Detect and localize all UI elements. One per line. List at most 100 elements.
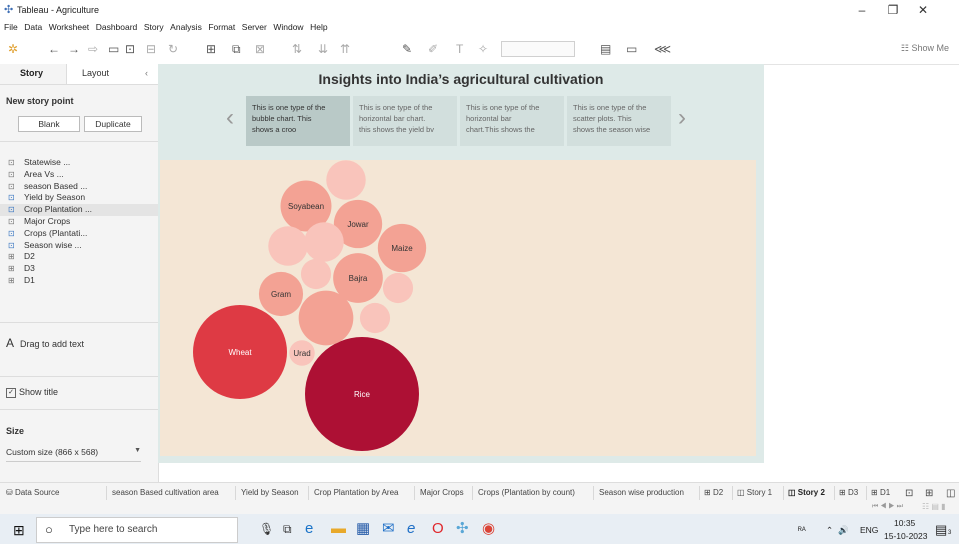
- swap-icon[interactable]: ⇅: [292, 41, 302, 57]
- windows-start-icon[interactable]: ⊞: [13, 522, 25, 539]
- story-point-4[interactable]: This is one type of the scatter plots. T…: [567, 96, 671, 146]
- fit-dropdown[interactable]: [501, 41, 575, 57]
- menu-format[interactable]: Format: [208, 20, 235, 34]
- tableau-start-icon[interactable]: ✲: [8, 41, 18, 57]
- bubble-unlabeled[interactable]: [268, 226, 308, 266]
- tab-d1[interactable]: ⊞ D1: [871, 488, 890, 497]
- sheet-item-statewise[interactable]: ⊡ Statewise ...: [8, 157, 158, 169]
- volume-icon[interactable]: 🔊: [838, 525, 849, 536]
- internet-explorer-icon[interactable]: e: [407, 520, 415, 538]
- back-arrow-icon[interactable]: ←: [48, 41, 60, 57]
- file-explorer-icon[interactable]: ▬: [331, 520, 346, 538]
- bubble-unlabeled[interactable]: [304, 222, 344, 262]
- sheet-item-season-wise[interactable]: ⊡ Season wise ...: [8, 240, 158, 252]
- duplicate-icon[interactable]: ⧉: [232, 41, 241, 57]
- new-worksheet-tab-icon[interactable]: ⊡: [905, 488, 913, 499]
- sheet-item-crop-plantation[interactable]: ⊡ Crop Plantation ...: [0, 204, 158, 216]
- task-view-icon[interactable]: ⧉: [283, 520, 292, 538]
- tab-navigation-icon[interactable]: ⏮ ◀ ▶ ⏭: [872, 503, 903, 511]
- tableau-taskbar-icon[interactable]: ✣: [456, 520, 469, 538]
- blank-button[interactable]: Blank: [18, 116, 80, 132]
- tab-crops-plantation-count[interactable]: Crops (Plantation by count): [478, 488, 575, 497]
- edge-browser-icon[interactable]: e: [305, 520, 313, 538]
- next-point-arrow-icon[interactable]: ›: [678, 104, 686, 132]
- tab-layout[interactable]: Layout: [82, 68, 109, 78]
- bubble-unlabeled[interactable]: [298, 290, 354, 346]
- sheet-item-area-vs[interactable]: ⊡ Area Vs ...: [8, 169, 158, 181]
- bubble-unlabeled[interactable]: [326, 160, 366, 200]
- menu-server[interactable]: Server: [242, 20, 267, 34]
- tab-season-based[interactable]: season Based cultivation area: [112, 488, 219, 497]
- group-icon[interactable]: ✐: [428, 41, 438, 57]
- story-point-2[interactable]: This is one type of the horizontal bar c…: [353, 96, 457, 146]
- sheet-item-season-based[interactable]: ⊡ season Based ...: [8, 181, 158, 193]
- menu-file[interactable]: File: [4, 20, 18, 34]
- menu-help[interactable]: Help: [310, 20, 327, 34]
- close-button[interactable]: ✕: [913, 3, 933, 17]
- tab-major-crops[interactable]: Major Crops: [420, 488, 464, 497]
- store-icon[interactable]: ▦: [356, 520, 370, 538]
- show-hidden-icons-chevron-icon[interactable]: ⌃: [826, 525, 833, 536]
- share-icon[interactable]: ⋘: [654, 41, 671, 57]
- pin-icon[interactable]: ✧: [478, 41, 488, 57]
- sheet-item-d1[interactable]: ⊞ D1: [8, 275, 158, 287]
- duplicate-button[interactable]: Duplicate: [84, 116, 142, 132]
- bubble-unlabeled[interactable]: [359, 302, 391, 334]
- presentation-icon[interactable]: ▭: [626, 41, 637, 57]
- sort-ascending-icon[interactable]: ⇊: [318, 41, 328, 57]
- taskbar-search-box[interactable]: ○ Type here to search: [36, 517, 238, 543]
- sheet-item-crops-plantation[interactable]: ⊡ Crops (Plantati...: [8, 228, 158, 240]
- menu-window[interactable]: Window: [273, 20, 303, 34]
- new-worksheet-icon[interactable]: ⊞: [206, 41, 216, 57]
- menu-story[interactable]: Story: [144, 20, 164, 34]
- clock-time[interactable]: 10:35: [894, 518, 915, 528]
- tab-yield-by-season[interactable]: Yield by Season: [241, 488, 299, 497]
- highlight-icon[interactable]: ✎: [402, 41, 412, 57]
- tab-story[interactable]: Story: [20, 68, 43, 78]
- sheet-item-d2[interactable]: ⊞ D2: [8, 251, 158, 263]
- menu-worksheet[interactable]: Worksheet: [49, 20, 89, 34]
- mail-icon[interactable]: ✉: [382, 520, 395, 538]
- minimize-button[interactable]: –: [852, 3, 872, 17]
- sheet-item-d3[interactable]: ⊞ D3: [8, 263, 158, 275]
- collapse-chevron-icon[interactable]: ‹: [145, 68, 148, 78]
- story-point-1[interactable]: This is one type of the bubble chart. Th…: [246, 96, 350, 146]
- previous-point-arrow-icon[interactable]: ‹: [226, 104, 234, 132]
- microphone-icon[interactable]: 🎙: [259, 520, 274, 538]
- new-data-source-icon[interactable]: ⊡: [125, 41, 135, 57]
- tab-d2[interactable]: ⊞ D2: [704, 488, 723, 497]
- people-icon[interactable]: ᴿᴬ: [798, 525, 806, 535]
- menu-data[interactable]: Data: [24, 20, 42, 34]
- forward-arrow-icon[interactable]: →: [68, 41, 80, 57]
- refresh-icon[interactable]: ↻: [168, 41, 178, 57]
- save-icon[interactable]: ▭: [108, 41, 119, 57]
- view-mode-icon[interactable]: ☷ ▤ ▮: [922, 502, 946, 511]
- sheet-item-major-crops[interactable]: ⊡ Major Crops: [8, 216, 158, 228]
- bubble-unlabeled[interactable]: [382, 272, 414, 304]
- new-story-tab-icon[interactable]: ◫: [946, 488, 955, 499]
- redo-icon[interactable]: ⇨: [88, 41, 98, 57]
- bubble-unlabeled[interactable]: [300, 258, 332, 290]
- drag-to-add-text[interactable]: A Drag to add text: [6, 336, 84, 350]
- new-dashboard-tab-icon[interactable]: ⊞: [925, 488, 933, 499]
- tab-d3[interactable]: ⊞ D3: [839, 488, 858, 497]
- story-point-3[interactable]: This is one type of the horizontal bar c…: [460, 96, 564, 146]
- size-dropdown[interactable]: Custom size (866 x 568) ▼: [6, 447, 141, 462]
- fit-icon[interactable]: ▤: [600, 41, 611, 57]
- menu-dashboard[interactable]: Dashboard: [96, 20, 138, 34]
- clear-sheet-icon[interactable]: ⊠: [255, 41, 265, 57]
- maximize-button[interactable]: ❐: [883, 3, 903, 17]
- show-me-button[interactable]: ☷ Show Me: [901, 43, 949, 54]
- sort-descending-icon[interactable]: ⇈: [340, 41, 350, 57]
- language-indicator[interactable]: ENG: [860, 525, 878, 535]
- show-title-checkbox[interactable]: ✓ Show title: [6, 387, 58, 398]
- chrome-icon[interactable]: ◉: [482, 520, 495, 538]
- tab-crop-plantation[interactable]: Crop Plantation by Area: [314, 488, 399, 497]
- menu-analysis[interactable]: Analysis: [170, 20, 202, 34]
- label-icon[interactable]: T: [456, 41, 463, 57]
- tab-story-2[interactable]: ◫ Story 2: [788, 488, 825, 497]
- tab-story-1[interactable]: ◫ Story 1: [737, 488, 772, 497]
- sheet-item-yield-by-season[interactable]: ⊡ Yield by Season: [8, 192, 158, 204]
- opera-icon[interactable]: O: [432, 520, 444, 538]
- tab-season-wise-production[interactable]: Season wise production: [599, 488, 684, 497]
